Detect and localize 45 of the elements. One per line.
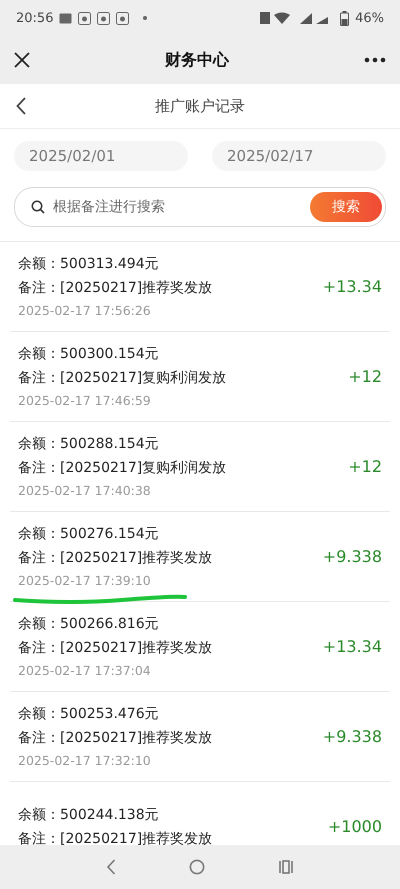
record-amount: +12 [348,457,382,476]
battery-level: 46% [355,10,384,26]
more-icon[interactable] [364,57,386,63]
record-time: 2025-02-17 17:40:38 [18,483,151,498]
record-remark: 备注：[20250217]复购利润发放 [18,459,226,477]
record-time: 2025-02-17 17:39:10 [18,573,151,588]
record-time: 2025-02-17 17:46:59 [18,393,151,408]
record-balance: 余额：500253.476元 [18,705,159,723]
page-title: 财务中心 [165,50,229,70]
section-title: 推广账户记录 [155,96,245,116]
app-notification-icon [78,12,92,24]
record-balance: 余额：500276.154元 [18,525,159,543]
record-amount: +9.338 [322,547,382,566]
record-remark: 备注：[20250217]推荐奖发放 [18,279,212,297]
battery-icon [340,10,350,26]
record-remark: 备注：[20250217]推荐奖发放 [18,549,212,567]
search-field[interactable]: 根据备注进行搜索 搜索 [14,187,386,227]
record-remark: 备注：[20250217]推荐奖发放 [18,639,212,657]
record-amount: +1000 [328,817,382,836]
record-balance: 余额：500244.138元 [18,806,159,824]
record-remark: 备注：[20250217]推荐奖发放 [18,729,212,747]
home-icon[interactable] [188,859,205,875]
record-remark: 备注：[20250217]复购利润发放 [18,369,226,387]
record-time: 2025-02-17 17:37:04 [18,663,151,678]
recents-icon[interactable] [278,859,294,875]
record-amount: +12 [348,367,382,386]
record-remark: 备注：[20250217]推荐奖发放 [18,830,212,845]
search-icon [31,200,45,214]
record-balance: 余额：500288.154元 [18,435,159,453]
record-balance: 余额：500300.154元 [18,345,159,363]
search-button[interactable]: 搜索 [310,192,382,222]
start-date-field[interactable]: 2025/02/01 [14,141,188,171]
record-time: 2025-02-17 17:56:26 [18,303,151,318]
record-amount: +13.34 [322,637,382,656]
record-balance: 余额：500313.494元 [18,255,159,273]
back-icon[interactable] [16,97,26,115]
record-amount: +13.34 [322,277,382,296]
record-time: 2025-02-17 17:32:10 [18,753,151,768]
app-notification-icon [97,12,110,24]
end-date-field[interactable]: 2025/02/17 [212,141,386,171]
status-time: 20:56 [16,10,54,26]
app-notification-icon [116,12,130,24]
record-amount: +9.338 [322,727,382,746]
close-icon[interactable] [14,52,30,68]
record-balance: 余额：500266.816元 [18,615,159,633]
